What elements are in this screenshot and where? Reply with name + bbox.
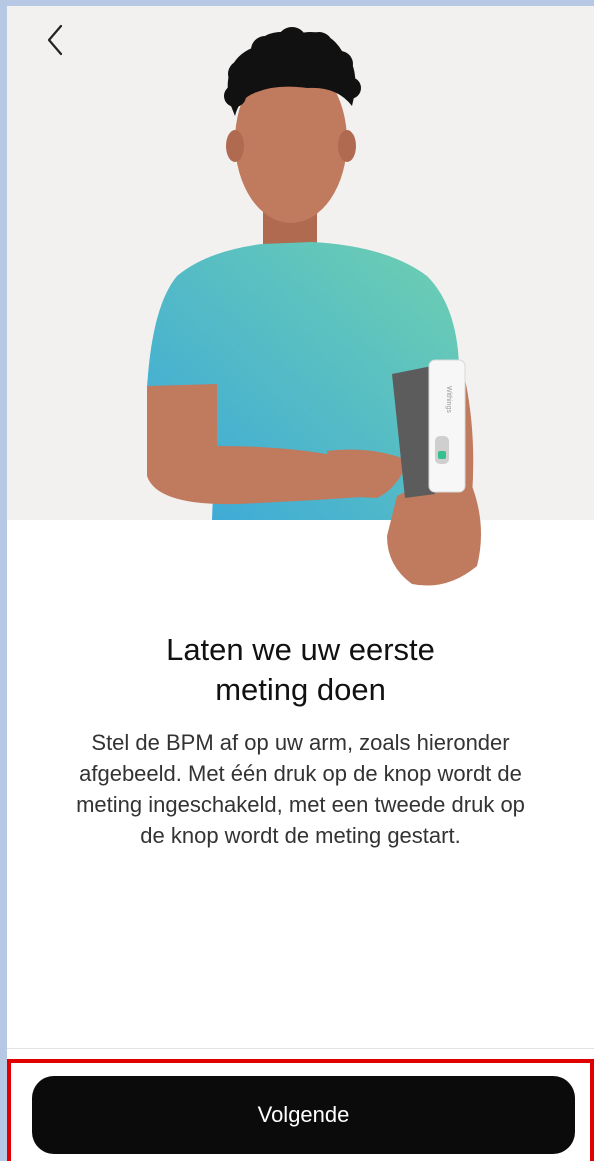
chevron-left-icon	[47, 24, 63, 56]
instruction-text: Stel de BPM af op uw arm, zoals hieronde…	[37, 727, 564, 851]
page-title: Laten we uw eerste meting doen	[47, 630, 554, 710]
hero-illustration-area: Withings	[7, 6, 594, 586]
device-brand-label: Withings	[445, 386, 452, 413]
footer-divider	[7, 1048, 594, 1049]
next-button-label: Volgende	[257, 1102, 350, 1127]
instruction-line: Stel de BPM af op uw arm, zoals hieronde…	[91, 730, 510, 755]
next-button[interactable]: Volgende	[32, 1076, 575, 1154]
app-screen: Withings Laten we uw eerste meting doen	[7, 6, 594, 1161]
title-line: meting doen	[215, 672, 386, 707]
back-button[interactable]	[33, 18, 77, 62]
instruction-line: meting ingeschakeld, met een tweede druk…	[76, 792, 525, 817]
person-bpm-illustration: Withings	[147, 27, 481, 586]
instruction-line: de knop wordt de meting gestart.	[140, 823, 461, 848]
instruction-line: afgebeeld. Met één druk op de knop wordt…	[79, 761, 522, 786]
title-line: Laten we uw eerste	[166, 632, 435, 667]
